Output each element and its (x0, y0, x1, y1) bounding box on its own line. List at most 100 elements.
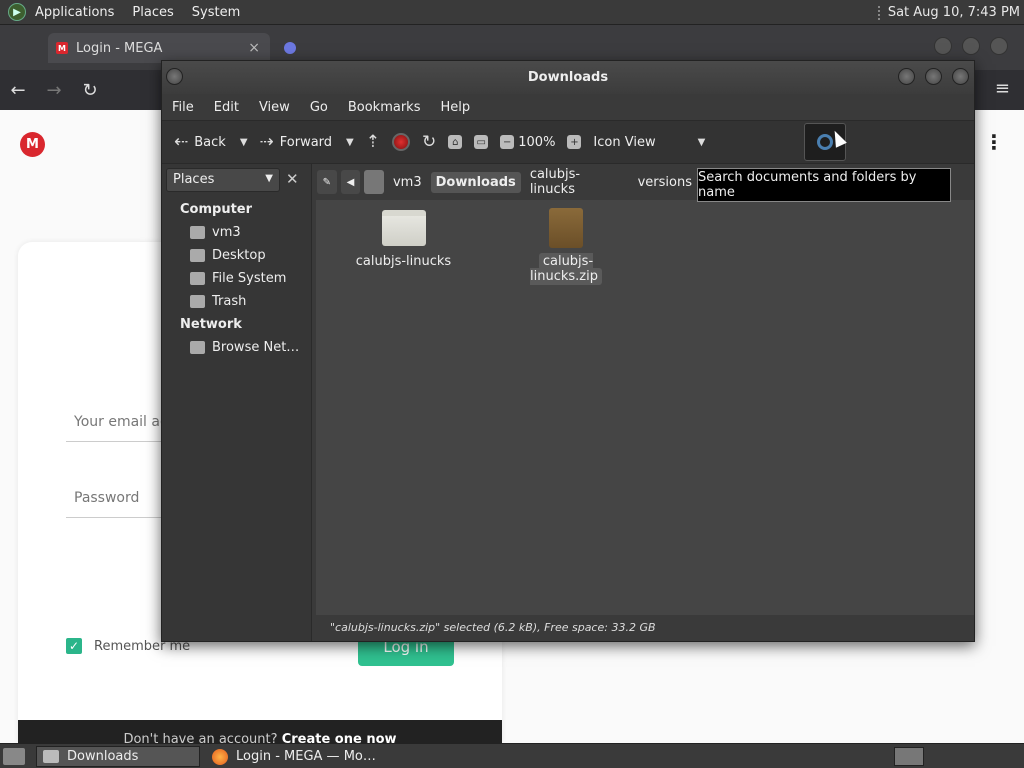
up-button[interactable]: ⇡ (366, 132, 380, 152)
back-label: Back (194, 134, 226, 150)
clock[interactable]: Sat Aug 10, 7:43 PM (888, 5, 1020, 20)
zoom-in-icon: + (567, 135, 582, 149)
stop-button[interactable] (392, 133, 410, 151)
reload-icon: ↻ (422, 132, 437, 152)
zoom-out-button[interactable]: − (500, 135, 515, 149)
breadcrumb-downloads[interactable]: Downloads (430, 171, 521, 193)
sidebar-item-desktop[interactable]: Desktop (190, 248, 266, 263)
sidebar-selector[interactable]: Places ▼ (166, 168, 280, 192)
forward-button[interactable]: ⇢ Forward ▼ (260, 132, 354, 152)
discord-favicon-icon (284, 42, 296, 54)
taskbar: Downloads Login - MEGA — Mo… (0, 743, 1024, 768)
sidebar-heading-network: Network (180, 317, 242, 332)
distro-logo-icon[interactable]: ▶ (8, 3, 26, 21)
signup-text: Don't have an account? (123, 732, 278, 743)
back-history-chevron-icon[interactable]: ▼ (240, 137, 248, 148)
menu-view[interactable]: View (249, 100, 300, 115)
taskbar-item-browser[interactable]: Login - MEGA — Mo… (206, 746, 386, 767)
file-item-folder[interactable]: calubjs-linucks (346, 210, 461, 269)
tab-discord[interactable] (280, 33, 430, 63)
browser-menu-icon[interactable]: ≡ (995, 78, 1010, 99)
taskbar-item-downloads[interactable]: Downloads (36, 746, 200, 767)
window-menu-icon[interactable] (166, 68, 183, 85)
zoom-in-button[interactable]: + (567, 135, 582, 149)
tab-close-icon[interactable]: × (248, 40, 260, 56)
statusbar: "calubjs-linucks.zip" selected (6.2 kB),… (316, 615, 974, 641)
file-manager-window: Downloads File Edit View Go Bookmarks He… (161, 60, 975, 642)
menu-system[interactable]: System (183, 5, 249, 20)
minimize-button[interactable] (898, 68, 915, 85)
file-name: calubjs-linucks.zip (530, 253, 602, 285)
tab-title: Login - MEGA (76, 40, 163, 56)
remember-checkbox[interactable]: ✓ (66, 638, 82, 654)
menubar: File Edit View Go Bookmarks Help (162, 94, 974, 120)
show-desktop-icon[interactable] (3, 748, 25, 765)
sidebar-item-label: File System (212, 271, 287, 286)
browser-window-controls (934, 37, 1008, 55)
menu-file[interactable]: File (162, 100, 204, 115)
back-button[interactable]: ⇠ Back ▼ (174, 132, 248, 152)
desktop-icon (190, 249, 205, 262)
zoom-out-icon: − (500, 135, 515, 149)
up-arrow-icon: ⇡ (365, 132, 380, 152)
sidebar-item-vm3[interactable]: vm3 (190, 225, 241, 240)
window-title: Downloads (527, 70, 609, 85)
forward-history-chevron-icon[interactable]: ▼ (346, 137, 354, 148)
mega-logo[interactable]: M (20, 132, 45, 157)
view-mode-select[interactable]: Icon View ▼ (593, 135, 705, 150)
close-button[interactable] (952, 68, 969, 85)
close-sidebar-icon[interactable]: ✕ (286, 170, 299, 188)
file-manager-body: Places ▼ ✕ Computer vm3 Desktop File Sys… (162, 164, 974, 641)
breadcrumb: ✎ ◀ vm3 Downloads calubjs-linucks versio… (317, 167, 697, 197)
close-button[interactable] (990, 37, 1008, 55)
sidebar-item-filesystem[interactable]: File System (190, 271, 286, 286)
menu-places[interactable]: Places (123, 5, 182, 20)
firefox-icon (212, 748, 228, 765)
home-button[interactable]: ⌂ (448, 135, 463, 149)
breadcrumb-versions[interactable]: versions (633, 172, 697, 193)
tab-mega-login[interactable]: M Login - MEGA × (48, 33, 270, 63)
computer-icon: ▭ (474, 135, 489, 149)
folder-icon (381, 210, 426, 246)
menu-edit[interactable]: Edit (204, 100, 249, 115)
clock-area[interactable]: Sat Aug 10, 7:43 PM (877, 0, 1020, 25)
file-item-zip[interactable]: calubjs-linucks.zip (504, 208, 628, 285)
view-mode-label: Icon View (593, 134, 656, 150)
computer-button[interactable]: ▭ (474, 135, 489, 149)
signup-link[interactable]: Create one now (282, 732, 397, 743)
reload-button[interactable]: ↻ (422, 132, 436, 152)
folder-icon (43, 750, 59, 763)
forward-arrow-icon: ⇢ (259, 132, 274, 152)
browser-forward-icon[interactable]: → (36, 80, 72, 101)
breadcrumb-vm3[interactable]: vm3 (388, 172, 427, 193)
file-icon-view[interactable]: calubjs-linucks calubjs-linucks.zip (316, 200, 974, 615)
search-tooltip: Search documents and folders by name (697, 168, 951, 202)
toggle-location-icon[interactable]: ✎ (317, 170, 337, 194)
browser-back-icon[interactable]: ← (0, 80, 36, 101)
menu-help[interactable]: Help (430, 100, 480, 115)
sidebar-item-trash[interactable]: Trash (190, 294, 246, 309)
kebab-menu-icon[interactable]: ⋮ (984, 130, 1004, 154)
breadcrumb-left-chevron-icon[interactable]: ◀ (340, 170, 361, 194)
minimize-button[interactable] (934, 37, 952, 55)
panel-grip-icon (877, 5, 882, 20)
mega-favicon-icon: M (56, 42, 68, 54)
home-folder-icon (190, 226, 205, 239)
menu-applications[interactable]: Applications (26, 5, 123, 20)
trash-icon (190, 295, 205, 308)
workspace-switcher[interactable] (894, 747, 924, 766)
sidebar-item-browse-network[interactable]: Browse Net… (190, 340, 299, 355)
toolbar: ⇠ Back ▼ ⇢ Forward ▼ ⇡ ↻ ⌂ ▭ − 100% + Ic… (162, 120, 974, 164)
menu-go[interactable]: Go (300, 100, 338, 115)
maximize-button[interactable] (925, 68, 942, 85)
sidebar-item-label: Desktop (212, 248, 266, 263)
maximize-button[interactable] (962, 37, 980, 55)
home-folder-icon: ⌂ (448, 135, 463, 149)
home-folder-icon (364, 170, 384, 194)
network-icon (190, 341, 205, 354)
archive-icon (549, 208, 583, 248)
breadcrumb-calubjs-linucks[interactable]: calubjs-linucks (525, 164, 629, 200)
browser-reload-icon[interactable]: ↻ (72, 80, 108, 101)
window-titlebar[interactable]: Downloads (162, 61, 974, 94)
menu-bookmarks[interactable]: Bookmarks (338, 100, 431, 115)
